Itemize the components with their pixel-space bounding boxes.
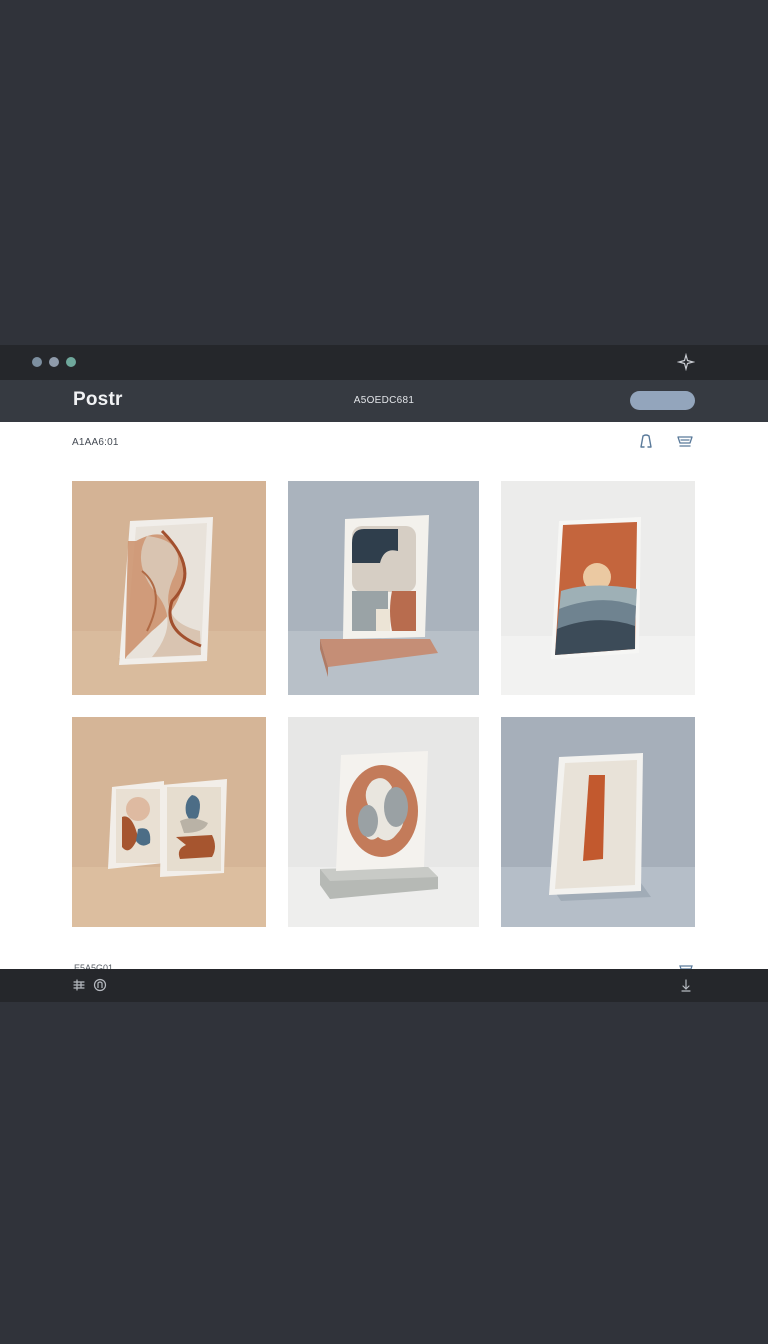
brand-logo[interactable]: Postr <box>73 389 123 411</box>
account-icon[interactable] <box>93 978 107 992</box>
sparkle-icon[interactable] <box>677 353 695 371</box>
window-dot-minimize[interactable] <box>49 357 59 367</box>
user-icon[interactable] <box>638 433 654 449</box>
footer-section-label: E5A5G01 <box>74 963 114 969</box>
poster-pair-abstract[interactable] <box>72 717 266 927</box>
cart-icon[interactable] <box>679 962 693 969</box>
cart-icon[interactable] <box>677 433 693 449</box>
poster-organic-circle[interactable] <box>288 717 479 927</box>
poster-abstract-waves[interactable] <box>72 481 266 695</box>
bottom-toolbar <box>0 969 768 1002</box>
window-dot-maximize[interactable] <box>66 357 76 367</box>
filter-icon[interactable] <box>72 978 86 992</box>
poster-rust-stripe[interactable] <box>501 717 695 927</box>
poster-geometric-blocks[interactable] <box>288 481 479 695</box>
section-label: A1AA6:01 <box>72 437 119 448</box>
download-icon[interactable] <box>679 978 693 992</box>
header-action-button[interactable] <box>630 391 695 410</box>
poster-sunset-landscape[interactable] <box>501 481 695 695</box>
header-code: A5OEDC681 <box>353 395 415 406</box>
window-dot-close[interactable] <box>32 357 42 367</box>
window-titlebar <box>0 345 768 380</box>
